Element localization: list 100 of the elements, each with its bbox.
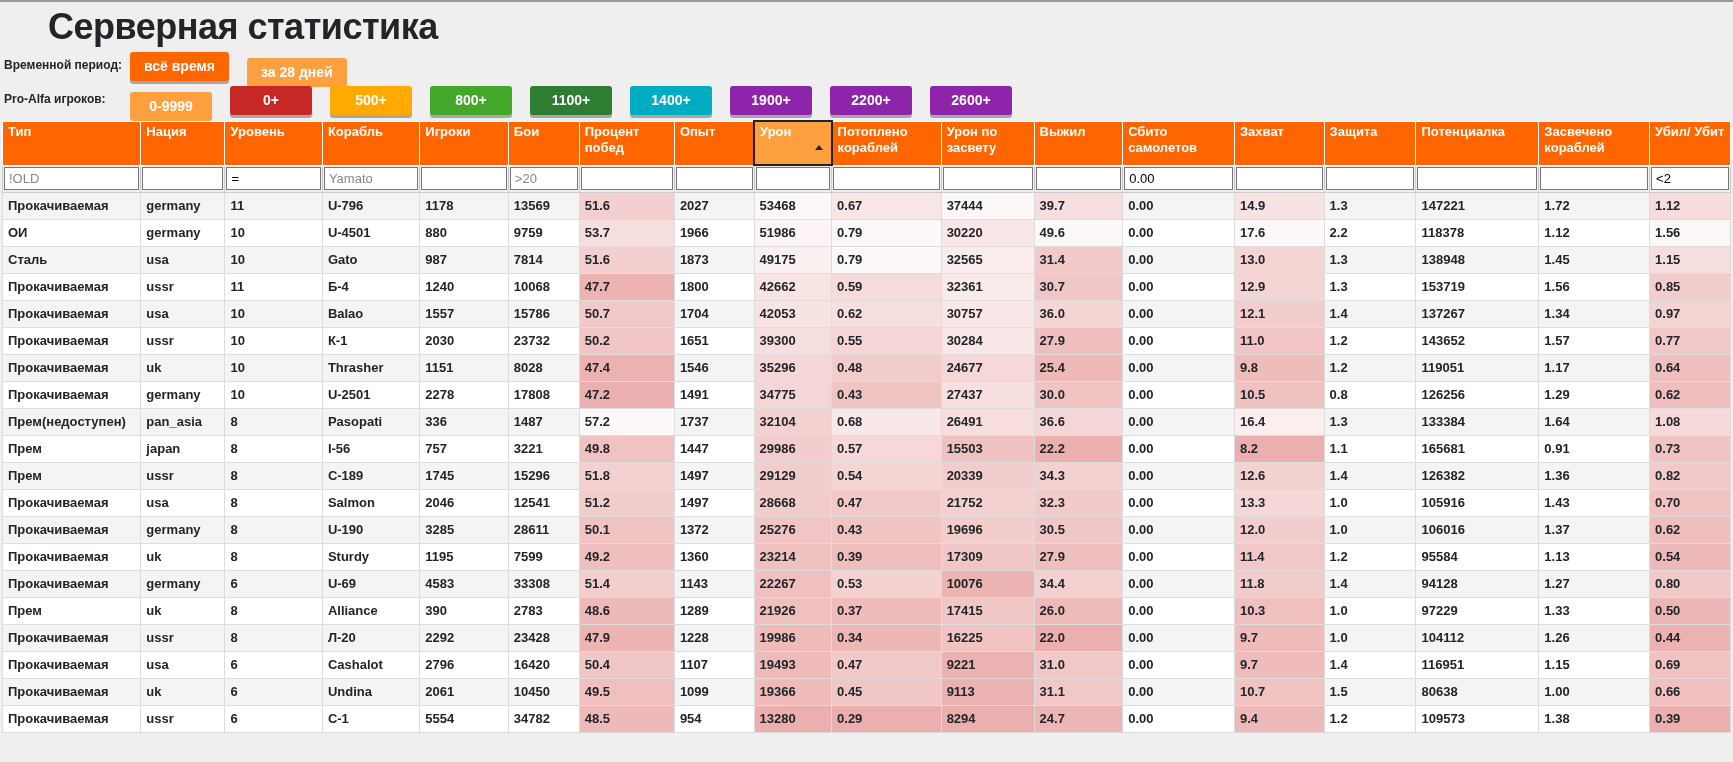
table-cell: 10068 (508, 273, 580, 300)
column-header[interactable]: Опыт (674, 121, 755, 165)
column-header[interactable]: Защита (1324, 121, 1416, 165)
table-cell: 12.6 (1234, 462, 1325, 489)
table-cell: 880 (419, 219, 509, 246)
column-header[interactable]: Уровень (225, 121, 323, 165)
filter-field[interactable]: 0.00 (1124, 167, 1233, 190)
table-cell: 0.00 (1122, 489, 1235, 516)
column-header[interactable]: Игроки (419, 121, 509, 165)
table-cell: Прокачиваемая (2, 300, 141, 327)
table-cell: germany (140, 381, 225, 408)
players-filter-button[interactable]: 800+ (430, 86, 512, 115)
table-cell: 10 (225, 219, 323, 246)
table-cell: 8 (225, 543, 323, 570)
column-header[interactable]: Урон (754, 121, 832, 165)
table-cell: 2796 (419, 651, 509, 678)
table-cell: 47.4 (579, 354, 675, 381)
table-cell: 37444 (941, 192, 1035, 219)
filter-field[interactable] (1035, 167, 1122, 190)
players-filter-button[interactable]: 2600+ (930, 86, 1012, 115)
players-filter-button[interactable]: 500+ (330, 86, 412, 115)
column-header[interactable]: Убил/ Убит (1649, 121, 1731, 165)
table-cell: 11.0 (1234, 327, 1325, 354)
filter-field[interactable] (1235, 167, 1323, 190)
table-cell: germany (140, 570, 225, 597)
column-header[interactable]: Бои (508, 121, 580, 165)
table-cell: 34782 (508, 705, 580, 732)
filter-field[interactable]: <2 (1651, 167, 1729, 190)
column-header[interactable]: Сбито самолетов (1122, 121, 1235, 165)
sort-caret-icon (814, 145, 823, 150)
players-filter-button[interactable]: 1400+ (630, 86, 712, 115)
filter-field[interactable] (755, 167, 831, 191)
table-cell: 1557 (419, 300, 509, 327)
filter-field[interactable] (942, 167, 1033, 190)
filter-field[interactable] (1540, 167, 1649, 190)
table-cell: 9.8 (1234, 354, 1325, 381)
table-cell: 49175 (754, 246, 832, 273)
column-header[interactable]: Засвечено кораблей (1538, 121, 1650, 165)
table-cell: 1.0 (1324, 489, 1416, 516)
table-cell: Cashalot (322, 651, 420, 678)
table-cell: 8 (225, 516, 323, 543)
table-cell: 0.53 (831, 570, 942, 597)
filter-field[interactable]: = (226, 167, 321, 190)
filter-field[interactable]: >20 (509, 167, 578, 190)
players-filter-button[interactable]: 0-9999 (130, 92, 212, 121)
column-header[interactable]: Потоплено кораблей (831, 121, 942, 165)
column-header[interactable]: Захват (1234, 121, 1325, 165)
players-filter-button[interactable]: 2200+ (830, 86, 912, 115)
table-cell: 1.2 (1324, 354, 1416, 381)
column-header[interactable]: Потенциалка (1416, 121, 1539, 165)
table-cell: Gato (322, 246, 420, 273)
filter-field[interactable]: Yamato (323, 167, 419, 190)
filter-field[interactable] (142, 167, 224, 190)
table-cell: usa (140, 246, 225, 273)
table-cell: Прем (2, 435, 141, 462)
table-cell: 0.00 (1122, 624, 1235, 651)
table-cell: 1737 (674, 408, 755, 435)
filter-field[interactable] (580, 167, 673, 190)
filter-field[interactable] (675, 167, 753, 190)
players-filter-button[interactable]: 0+ (230, 86, 312, 115)
table-cell: 16225 (941, 624, 1035, 651)
column-header[interactable]: Выжил (1034, 121, 1123, 165)
table-cell: 10076 (941, 570, 1035, 597)
players-filter-button[interactable]: 1900+ (730, 86, 812, 115)
table-cell: Прем (2, 462, 141, 489)
table-cell: Прокачиваемая (2, 381, 141, 408)
table-cell: 1099 (674, 678, 755, 705)
table-cell: 1228 (674, 624, 755, 651)
table-cell: 336 (419, 408, 509, 435)
table-cell: К-1 (322, 327, 420, 354)
column-header[interactable]: Процент побед (579, 121, 675, 165)
column-header[interactable]: Нация (140, 121, 225, 165)
column-header[interactable]: Тип (2, 121, 141, 165)
table-cell: 5554 (419, 705, 509, 732)
table-cell: 31.0 (1034, 651, 1123, 678)
players-filter-button[interactable]: 1100+ (530, 86, 612, 115)
table-cell: 22267 (754, 570, 832, 597)
period-filter-button[interactable]: за 28 дней (247, 58, 347, 87)
table-cell: 1491 (674, 381, 755, 408)
table-cell: 1.34 (1538, 300, 1650, 327)
filter-field[interactable] (1325, 167, 1415, 190)
filter-field[interactable] (421, 167, 507, 190)
table-cell: 137267 (1416, 300, 1539, 327)
table-cell: Л-20 (322, 624, 420, 651)
table-cell: usa (140, 651, 225, 678)
table-cell: 25276 (754, 516, 832, 543)
table-cell: Прокачиваемая (2, 543, 141, 570)
table-cell: 47.9 (579, 624, 675, 651)
table-cell: usa (140, 489, 225, 516)
filter-field[interactable] (1417, 167, 1538, 190)
column-header[interactable]: Корабль (322, 121, 420, 165)
filter-field[interactable] (833, 167, 940, 190)
table-cell: Прокачиваемая (2, 273, 141, 300)
table-cell: 34775 (754, 381, 832, 408)
table-cell: 6 (225, 678, 323, 705)
period-filter-button[interactable]: всё время (130, 52, 229, 81)
filter-field[interactable]: !OLD (4, 167, 140, 190)
table-cell: 53.7 (579, 219, 675, 246)
column-header[interactable]: Урон по засвету (941, 121, 1035, 165)
table-cell: 1966 (674, 219, 755, 246)
